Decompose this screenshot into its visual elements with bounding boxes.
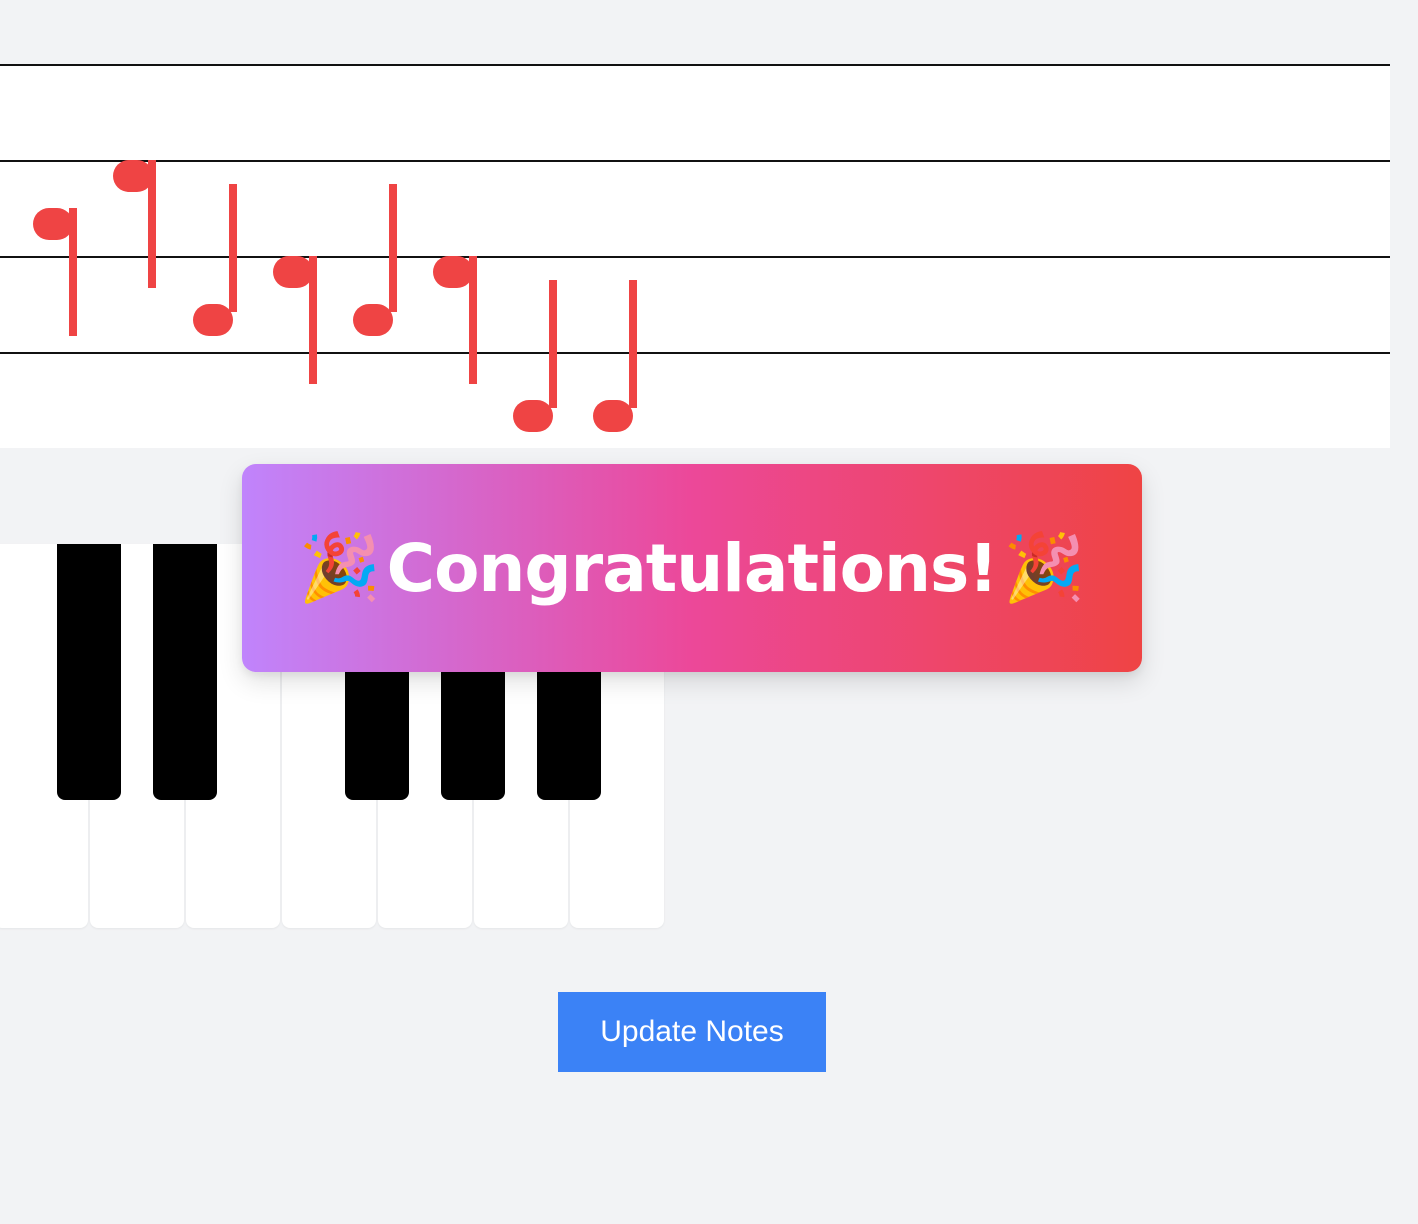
piano-black-key[interactable] xyxy=(57,544,121,800)
staff-line xyxy=(0,352,1390,354)
note-stem xyxy=(229,184,237,312)
banner-text: Congratulations! xyxy=(386,529,999,607)
party-popper-icon: 🎉 xyxy=(1003,530,1086,604)
note-head xyxy=(113,160,153,192)
note-stem xyxy=(148,160,156,288)
note-stem xyxy=(549,280,557,408)
staff-line xyxy=(0,256,1390,258)
staff-line xyxy=(0,64,1390,66)
note-stem xyxy=(629,280,637,408)
note-stem xyxy=(389,184,397,312)
note-head xyxy=(33,208,73,240)
congratulations-banner: 🎉 Congratulations! 🎉 xyxy=(242,464,1142,672)
party-popper-icon: 🎉 xyxy=(298,530,381,604)
note-stem xyxy=(309,256,317,384)
update-notes-button[interactable]: Update Notes xyxy=(558,992,826,1072)
music-staff xyxy=(0,64,1390,448)
note-head xyxy=(353,304,393,336)
note-stem xyxy=(469,256,477,384)
piano-black-key[interactable] xyxy=(153,544,217,800)
note-head xyxy=(513,400,553,432)
note-head xyxy=(593,400,633,432)
note-head xyxy=(433,256,473,288)
staff-line xyxy=(0,160,1390,162)
note-head xyxy=(193,304,233,336)
note-head xyxy=(273,256,313,288)
note-stem xyxy=(69,208,77,336)
